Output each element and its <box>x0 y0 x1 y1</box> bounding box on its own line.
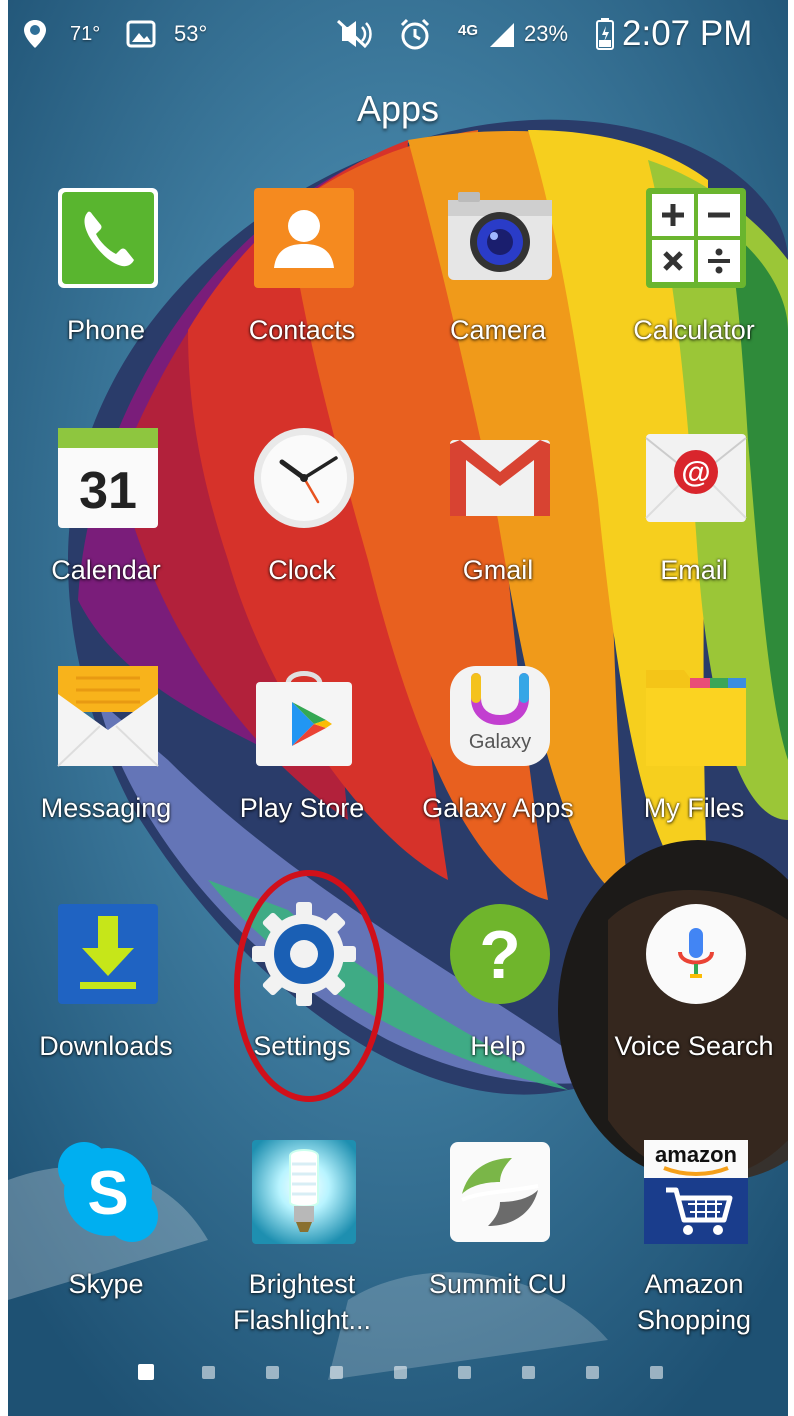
location-icon <box>22 14 48 54</box>
app-label: Skype <box>68 1269 144 1299</box>
calendar-icon: 31 <box>58 428 158 528</box>
app-label-line2: Flashlight... <box>232 1305 372 1335</box>
app-calendar[interactable]: 31 Calendar <box>8 426 204 626</box>
app-label: Settings <box>253 1031 351 1061</box>
amazon-shopping-icon: amazon <box>644 1140 748 1244</box>
skype-letter: S <box>87 1159 128 1228</box>
page-dot[interactable] <box>330 1366 343 1379</box>
gallery-temp: 53° <box>174 21 208 46</box>
downloads-icon <box>58 904 158 1004</box>
battery-icon <box>596 14 614 54</box>
app-skype[interactable]: S Skype <box>8 1140 204 1340</box>
gallery-icon <box>126 14 156 54</box>
app-email[interactable]: @ Email <box>596 426 788 626</box>
galaxy-apps-icon: Galaxy <box>450 666 550 766</box>
mute-icon <box>336 14 376 54</box>
phone-icon <box>58 188 158 288</box>
email-icon: @ <box>645 434 747 522</box>
settings-icon <box>252 902 356 1006</box>
app-calculator[interactable]: Calculator <box>596 186 788 386</box>
help-question-mark: ? <box>479 917 521 993</box>
page-dot[interactable] <box>650 1366 663 1379</box>
app-voice-search[interactable]: Voice Search <box>596 902 788 1102</box>
app-my-files[interactable]: My Files <box>596 664 788 864</box>
app-messaging[interactable]: Messaging <box>8 664 204 864</box>
camera-icon <box>448 192 552 280</box>
battery-percent: 23% <box>524 21 569 46</box>
app-label: Voice Search <box>614 1031 774 1061</box>
app-label: Summit CU <box>428 1269 567 1299</box>
app-label: Calendar <box>51 555 161 585</box>
app-contacts[interactable]: Contacts <box>204 186 400 386</box>
app-label: Downloads <box>39 1031 173 1061</box>
app-label: Galaxy Apps <box>422 793 574 823</box>
page-dot[interactable] <box>202 1366 215 1379</box>
voice-search-icon <box>646 904 746 1004</box>
app-label: Messaging <box>40 793 172 823</box>
app-galaxy-apps[interactable]: Galaxy Galaxy Apps <box>400 664 596 864</box>
app-label-line1: Brightest <box>248 1269 356 1299</box>
app-brightest-flashlight[interactable]: Brightest Flashlight... <box>204 1140 400 1340</box>
summit-cu-icon <box>450 1142 550 1242</box>
clock-time: 2:07 PM <box>622 14 753 53</box>
app-gmail[interactable]: Gmail <box>400 426 596 626</box>
play-store-icon <box>256 671 352 766</box>
app-label: Phone <box>66 315 146 345</box>
home-screen: 71° 53° 4G 23% 2:07 PM Apps Phone Contac… <box>8 0 788 1416</box>
skype-icon: S <box>58 1142 158 1242</box>
page-dot[interactable] <box>522 1366 535 1379</box>
app-label: Calculator <box>633 315 755 345</box>
app-amazon-shopping[interactable]: amazon Amazon Shopping <box>596 1140 788 1340</box>
weather-temp: 71° <box>70 22 101 45</box>
galaxy-wordmark: Galaxy <box>469 731 531 753</box>
page-dot[interactable] <box>394 1366 407 1379</box>
app-label: Gmail <box>462 555 534 585</box>
page-indicator[interactable] <box>8 1362 788 1382</box>
app-downloads[interactable]: Downloads <box>8 902 204 1102</box>
app-settings[interactable]: Settings <box>204 902 400 1102</box>
page-dot[interactable] <box>266 1366 279 1379</box>
app-camera[interactable]: Camera <box>400 186 596 386</box>
calculator-icon <box>646 188 746 288</box>
alarm-icon <box>398 14 432 54</box>
messaging-icon <box>57 666 159 767</box>
network-type: 4G <box>458 21 479 39</box>
app-label-line2: Shopping <box>636 1305 752 1335</box>
my-files-icon <box>646 670 746 766</box>
contacts-icon <box>254 188 354 288</box>
page-title: Apps <box>356 88 440 129</box>
status-bar: 71° 53° 4G 23% 2:07 PM <box>8 0 788 72</box>
page-dot-active[interactable] <box>138 1364 154 1380</box>
flashlight-icon <box>252 1140 356 1244</box>
page-dot[interactable] <box>586 1366 599 1379</box>
gmail-icon <box>450 440 550 516</box>
help-icon: ? <box>450 904 550 1004</box>
amazon-wordmark: amazon <box>655 1142 737 1167</box>
app-label: Contacts <box>248 315 356 345</box>
app-play-store[interactable]: Play Store <box>204 664 400 864</box>
app-label: Help <box>470 1031 526 1061</box>
calendar-date: 31 <box>79 462 137 520</box>
app-phone[interactable]: Phone <box>8 186 204 386</box>
app-help[interactable]: ? Help <box>400 902 596 1102</box>
app-label: Email <box>660 555 728 585</box>
app-label: Clock <box>268 555 336 585</box>
signal-icon <box>486 14 516 54</box>
app-label: Camera <box>449 315 547 345</box>
app-label: Play Store <box>239 793 365 823</box>
app-summit-cu[interactable]: Summit CU <box>400 1140 596 1340</box>
app-label-line1: Amazon <box>644 1269 744 1299</box>
app-label: My Files <box>643 793 745 823</box>
app-label: Amazon Shopping <box>590 1266 788 1338</box>
email-at-symbol: @ <box>681 456 710 489</box>
page-dot[interactable] <box>458 1366 471 1379</box>
app-label: Brightest Flashlight... <box>198 1266 406 1338</box>
clock-icon <box>254 428 354 528</box>
app-clock[interactable]: Clock <box>204 426 400 626</box>
